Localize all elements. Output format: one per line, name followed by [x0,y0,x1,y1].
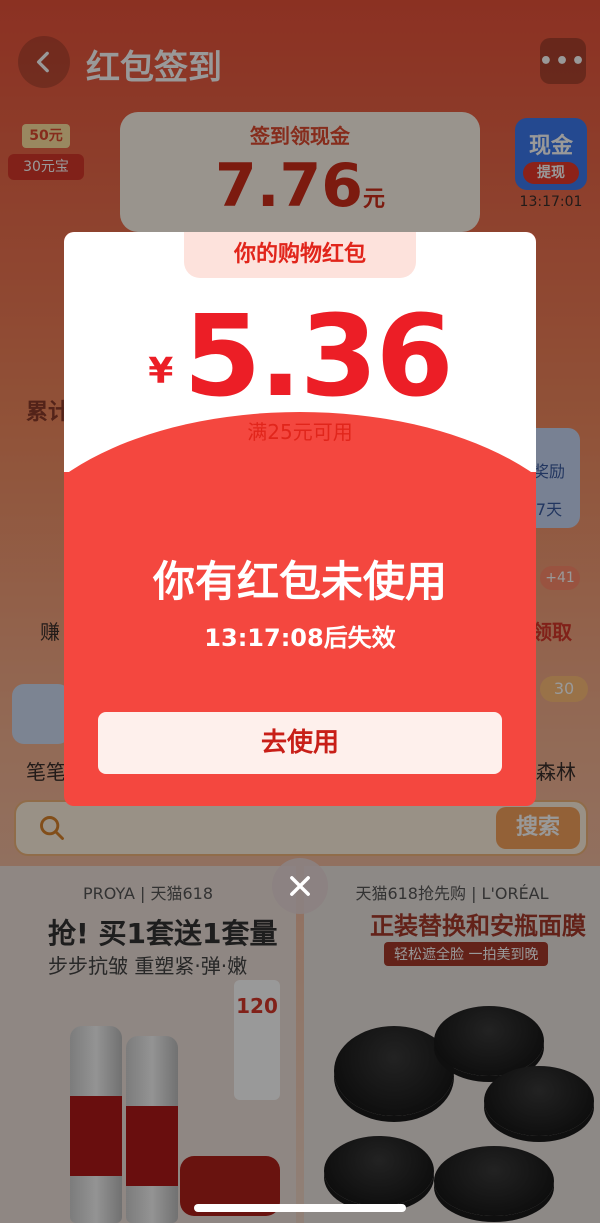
currency-symbol: ¥ [148,351,174,392]
unused-message: 你有红包未使用 [152,557,447,606]
packet-amount: ¥5.36 [64,292,536,422]
red-packet-modal: 你的购物红包 ¥5.36 满25元可用 你有红包未使用 13:17:08后失效 … [64,232,536,806]
home-indicator[interactable] [194,1204,406,1212]
amount-value: 5.36 [183,292,453,422]
close-button[interactable] [272,858,328,914]
use-button[interactable]: 去使用 [98,712,502,774]
usage-condition: 满25元可用 [247,420,353,444]
close-icon [290,876,310,896]
expire-countdown: 13:17:08后失效 [204,624,396,652]
page: 红包签到 ••• 50元 30元宝 签到领现金 7.76元 现金 提现 13:1… [0,0,600,1223]
packet-tag: 你的购物红包 [184,232,416,278]
